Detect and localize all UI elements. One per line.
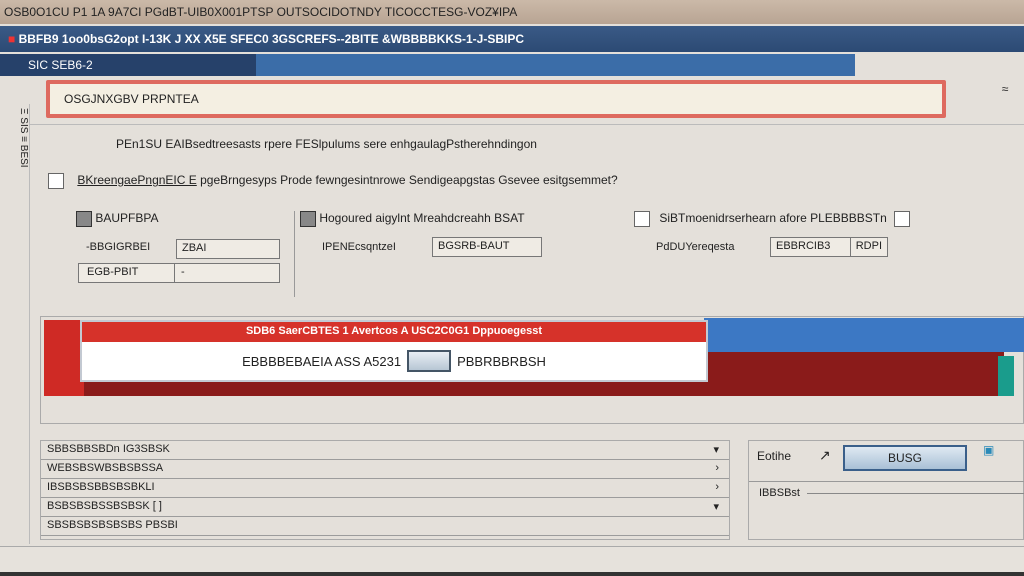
- panel-line1: PEn1SU EAIBsedtreesasts rpere FESlpulums…: [116, 137, 537, 151]
- dialog-text: EBBBBEBAEIA ASS A5231: [242, 353, 402, 369]
- list-item-label: BSBSBSBSSBSBSK [ ]: [47, 500, 162, 512]
- window-title: ■ BBFB9 1oo0bsG2opt I-13K J XX X5E SFEC0…: [0, 26, 1024, 52]
- group3-input[interactable]: EBBRCIB3 RDPI: [770, 237, 888, 257]
- side-panel: Eotihe ↗ BUSG ▣ IBBSBst: [748, 440, 1024, 540]
- group1-checkbox[interactable]: [76, 211, 92, 227]
- group2-label: IPENEcsqntzeI: [322, 241, 396, 253]
- chevron-down-icon[interactable]: ▾: [713, 500, 719, 513]
- group1-label: -BBGIGRBEI: [86, 241, 151, 253]
- group2-title: Hogoured aigylnt Mreahdcreahh BSAT: [319, 211, 525, 226]
- left-rail: Ξ SIS ≡ BESI: [4, 104, 30, 544]
- title-text: BBFB9 1oo0bsG2opt I-13K J XX X5E SFEC0 3…: [18, 32, 525, 46]
- pin-icon: ↗: [819, 447, 831, 463]
- close-button[interactable]: ≈: [990, 82, 1020, 102]
- list-item-label: SBSBSBSBSBSBS PBSBI: [47, 519, 178, 531]
- group3-toggle[interactable]: [894, 211, 911, 227]
- banner-blue: [704, 318, 1024, 352]
- chevron-right-icon[interactable]: ›: [715, 481, 719, 493]
- list-item[interactable]: SBSBSBSBSBSBS PBSBI: [41, 517, 729, 536]
- address-field[interactable]: OSGJNXGBV PRPNTEA: [46, 80, 946, 118]
- group1-input[interactable]: ZBAI: [176, 239, 280, 259]
- options-panel: PEn1SU EAIBsedtreesasts rpere FESlpulums…: [30, 124, 1024, 298]
- list-item[interactable]: BSBSBSBSSBSBSK [ ] ▾: [41, 498, 729, 517]
- banner-teal-marker: [998, 356, 1014, 396]
- alert-dialog: SDB6 SaerCBTES 1 Avertcos A USC2C0G1 Dpp…: [80, 320, 708, 382]
- dialog-button[interactable]: [407, 350, 452, 372]
- option-checkbox[interactable]: [48, 173, 64, 189]
- group2-checkbox[interactable]: [300, 211, 316, 227]
- app-icon: ■: [8, 32, 19, 46]
- status-bar: [0, 546, 1024, 572]
- taskbar-edge: [0, 572, 1024, 576]
- option-text: pgeBrngesyps Prode fewngesintnrowe Sendi…: [200, 173, 618, 188]
- group3-value2: RDPI: [855, 240, 882, 252]
- info-icon[interactable]: ▣: [983, 443, 994, 457]
- list-item[interactable]: WEBSBSWBSBSBSSA ›: [41, 460, 729, 479]
- list-item-label: WEBSBSWBSBSBSSA: [47, 462, 164, 474]
- list-item-label: IBSBSBSBBSBSBKLI: [47, 481, 155, 493]
- side-label: Eotihe: [757, 449, 792, 463]
- side-button[interactable]: BUSG: [843, 445, 967, 471]
- list-item[interactable]: IBSBSBSBBSBSBKLI ›: [41, 479, 729, 498]
- group3-checkbox[interactable]: [634, 211, 650, 227]
- group1-combo-value: -: [181, 266, 185, 278]
- item-list: SBBSBBSBDn IG3SBSK ▾ WEBSBSWBSBSBSSA › IBS…: [40, 440, 730, 540]
- group1-combo[interactable]: EGB-PBIT -: [78, 263, 280, 283]
- banner-accent: [44, 320, 84, 396]
- menu-bar[interactable]: OSB0O1CU P1 1A 9A7CI PGdBT-UIB0X001PTSP …: [0, 0, 1024, 24]
- group3-value: EBBRCIB3: [771, 238, 851, 256]
- chevron-down-icon[interactable]: ▾: [713, 443, 719, 456]
- group-1: BAUPFBPA -BBGIGRBEI ZBAI EGB-PBIT -: [76, 211, 296, 301]
- side-footer-label: IBBSBst: [759, 487, 800, 499]
- list-item[interactable]: SBBSBBSBDn IG3SBSK ▾: [41, 441, 729, 460]
- option-link[interactable]: BKreengaePngnEIC E: [77, 173, 196, 187]
- group-2: Hogoured aigylnt Mreahdcreahh BSAT IPENE…: [300, 211, 600, 257]
- dialog-right-text: PBBRBBRBSH: [457, 353, 546, 369]
- group1-combo-label: EGB-PBIT: [79, 264, 175, 282]
- group2-input[interactable]: BGSRB-BAUT: [432, 237, 542, 257]
- group3-title: SiBTmoenidrserhearn afore PLEBBBBSTn: [659, 211, 887, 226]
- tab-active[interactable]: SIC SEB6-2: [0, 54, 256, 76]
- group1-title: BAUPFBPA: [95, 211, 159, 226]
- chevron-right-icon[interactable]: ›: [715, 462, 719, 474]
- group-3: SiBTmoenidrserhearn afore PLEBBBBSTn PdD…: [634, 211, 1014, 257]
- list-item-label: SBBSBBSBDn IG3SBSK: [47, 443, 170, 455]
- group3-label: PdDUYereqesta: [656, 241, 735, 253]
- dialog-title: SDB6 SaerCBTES 1 Avertcos A USC2C0G1 Dpp…: [82, 322, 706, 342]
